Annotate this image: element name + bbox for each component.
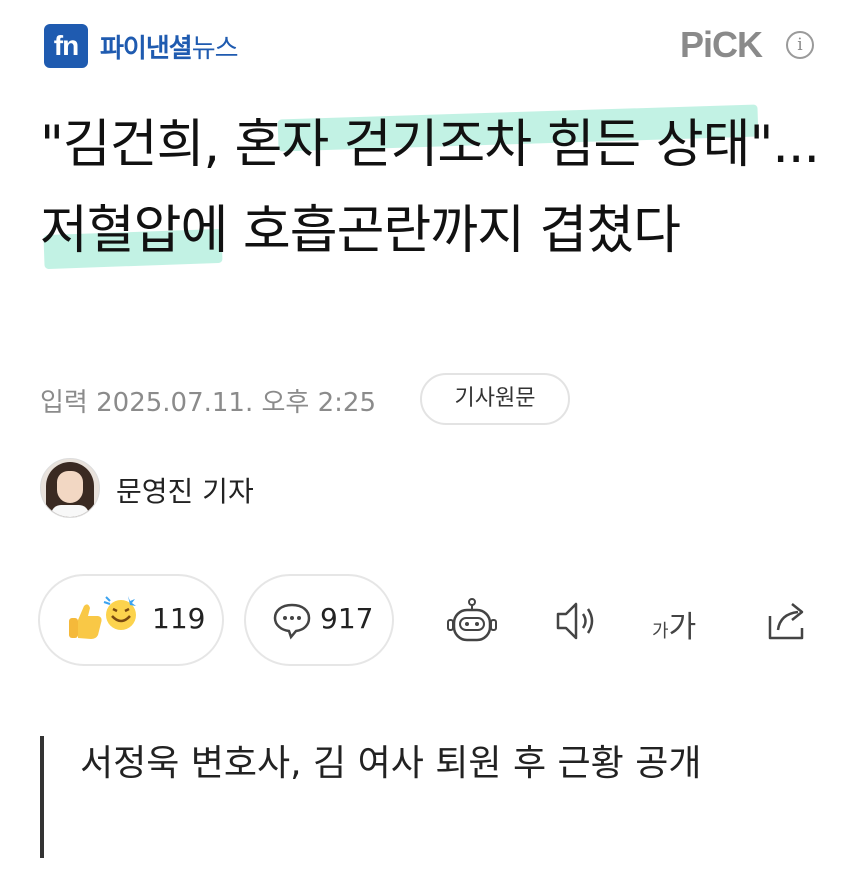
comment-bubble-icon [273, 603, 311, 640]
robot-icon[interactable] [446, 598, 498, 644]
action-bar: 119 917 가가 [0, 574, 854, 668]
logo-name: 파이낸셜 [100, 34, 193, 64]
original-article-button[interactable]: 기사원문 [420, 373, 570, 425]
header: fn 파이낸셜뉴스 PiCK i [0, 0, 854, 100]
font-size-large: 가 [668, 610, 697, 645]
smile-icon [103, 596, 136, 630]
logo-icon[interactable]: fn [44, 24, 88, 68]
thumbs-up-icon [69, 604, 102, 639]
speaker-icon[interactable] [554, 598, 600, 644]
avatar[interactable] [40, 458, 100, 518]
logo-news: 뉴스 [191, 34, 239, 64]
article-subheading: 서정욱 변호사, 김 여사 퇴원 후 근황 공개 [40, 736, 820, 858]
reaction-count: 119 [152, 602, 206, 635]
font-size-small: 가 [652, 621, 669, 642]
pick-label: PiCK [680, 24, 763, 65]
share-icon[interactable] [764, 598, 810, 644]
publisher-logo[interactable]: 파이낸셜뉴스 [100, 28, 239, 65]
quote-bar [40, 736, 44, 858]
reaction-button[interactable]: 119 [38, 574, 224, 666]
comment-count: 917 [320, 602, 374, 635]
reporter-name[interactable]: 문영진 기자 [116, 470, 254, 510]
comment-button[interactable]: 917 [244, 574, 394, 666]
publish-date: 입력 2025.07.11. 오후 2:25 [40, 388, 376, 418]
subheading-text: 서정욱 변호사, 김 여사 퇴원 후 근황 공개 [80, 743, 702, 784]
font-size-icon[interactable]: 가가 [652, 602, 712, 648]
info-icon[interactable]: i [786, 31, 814, 59]
article-headline: "김건희, 혼자 걷기조차 힘든 상태"...저혈압에 호흡곤란까지 겹쳤다 [40, 115, 820, 261]
